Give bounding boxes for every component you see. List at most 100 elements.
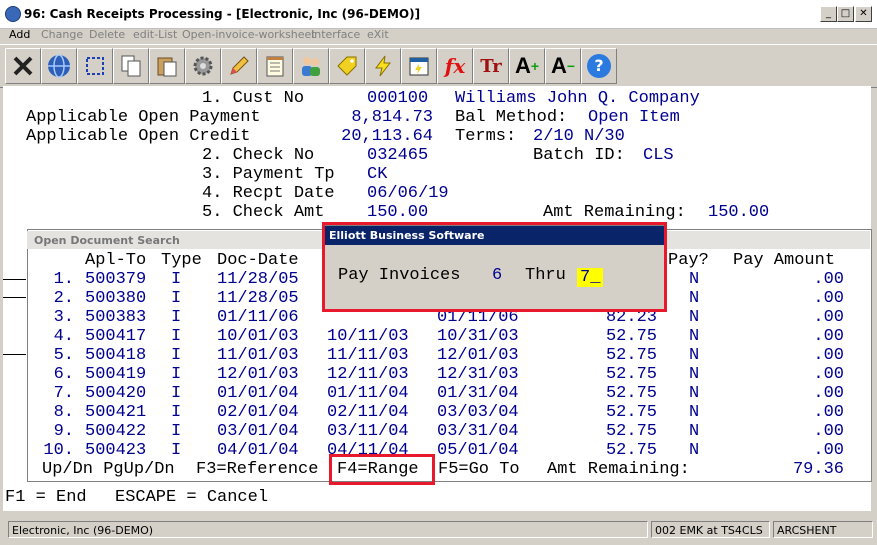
toolbar: fx Tr A + A − ?	[0, 44, 877, 88]
cust-no-field[interactable]: 000100	[367, 89, 428, 108]
exit-icon[interactable]	[5, 48, 41, 84]
minimize-button[interactable]: _	[820, 6, 837, 22]
row-cell-doc: 01/01/04	[217, 384, 299, 403]
status-host: ARCSHENT	[773, 521, 873, 538]
menu-interface[interactable]: Interface	[311, 28, 360, 41]
recpt-date-field[interactable]: 06/06/19	[367, 184, 449, 203]
open-credit-value: 20,113.64	[341, 127, 433, 146]
row-cell-pay-amt: .00	[813, 365, 844, 384]
pay-dialog-highlight	[322, 222, 667, 312]
row-cell-pay: N	[689, 327, 700, 346]
font-larger-glyph: A	[514, 53, 531, 78]
maximize-button[interactable]: □	[837, 6, 854, 22]
row-cell-type: I	[171, 327, 182, 346]
row-cell-n: 1.	[53, 270, 74, 289]
row-cell-apl: 500380	[85, 289, 147, 308]
row-cell-pay-amt: .00	[813, 327, 844, 346]
globe-icon[interactable]	[41, 48, 77, 84]
row-cell-n: 6.	[53, 365, 74, 384]
lightning-icon[interactable]	[365, 48, 401, 84]
row-cell-doc: 11/28/05	[217, 289, 299, 308]
row-cell-disc: 03/11/04	[327, 422, 409, 441]
window-title: 96: Cash Receipts Processing - [Electron…	[24, 7, 421, 21]
terms-label: Terms:	[455, 127, 517, 146]
menu-change[interactable]: Change	[41, 28, 83, 41]
font-icon[interactable]: Tr	[473, 48, 509, 84]
help-icon[interactable]: ?	[581, 48, 617, 84]
row-cell-pay-amt: .00	[813, 308, 844, 327]
row-cell-type: I	[171, 308, 182, 327]
row-cell-apl: 500418	[85, 346, 147, 365]
font-smaller-mark: −	[566, 58, 576, 74]
row-cell-n: 8.	[53, 403, 74, 422]
edit-icon[interactable]	[221, 48, 257, 84]
row-cell-due: 03/31/04	[437, 422, 519, 441]
row-cell-pay: N	[689, 270, 700, 289]
bal-method-label: Bal Method:	[455, 108, 568, 127]
font-larger-icon[interactable]: A +	[509, 48, 545, 84]
amt-remaining-label: Amt Remaining:	[543, 203, 686, 222]
f4-range-highlight	[329, 454, 435, 485]
notepad-icon[interactable]	[257, 48, 293, 84]
menu-edit-list[interactable]: edit-List	[133, 28, 177, 41]
col-header-pay: Pay?	[668, 251, 709, 270]
row-cell-amt: 52.75	[605, 403, 657, 422]
font-smaller-icon[interactable]: A −	[545, 48, 581, 84]
payment-tp-label: 3. Payment Tp	[202, 165, 335, 184]
cust-no-label: 1. Cust No	[202, 89, 305, 108]
open-document-search-title: Open Document Search	[34, 234, 180, 247]
batch-id-label: Batch ID:	[533, 146, 625, 165]
row-cell-pay-amt: .00	[813, 346, 844, 365]
terms-value: 2/10 N/30	[533, 127, 625, 146]
row-cell-apl: 500423	[85, 441, 147, 460]
status-session: 002 EMK at TS4CLS	[651, 521, 770, 538]
tag-icon[interactable]	[329, 48, 365, 84]
check-no-field[interactable]: 032465	[367, 146, 428, 165]
row-cell-due: 12/01/03	[437, 346, 519, 365]
row-cell-apl: 500422	[85, 422, 147, 441]
divider-line	[3, 297, 26, 298]
row-cell-apl: 500383	[85, 308, 147, 327]
row-cell-type: I	[171, 346, 182, 365]
menu-exit[interactable]: eXit	[367, 28, 389, 41]
row-cell-n: 4.	[53, 327, 74, 346]
row-cell-doc: 10/01/03	[217, 327, 299, 346]
row-cell-doc: 04/01/04	[217, 441, 299, 460]
close-button[interactable]: ✕	[855, 6, 872, 22]
users-icon[interactable]	[293, 48, 329, 84]
app-icon	[5, 6, 21, 22]
paste-icon[interactable]	[149, 48, 185, 84]
batch-id-value: CLS	[643, 146, 674, 165]
calendar-icon[interactable]	[401, 48, 437, 84]
row-cell-n: 5.	[53, 346, 74, 365]
payment-tp-field[interactable]: CK	[367, 165, 387, 184]
row-cell-pay: N	[689, 422, 700, 441]
row-cell-n: 7.	[53, 384, 74, 403]
menu-add[interactable]: Add	[9, 28, 30, 41]
row-cell-disc: 12/11/03	[327, 365, 409, 384]
footer-amt-remaining-value: 79.36	[792, 460, 844, 479]
row-cell-disc: 10/11/03	[327, 327, 409, 346]
row-cell-amt: 52.75	[605, 327, 657, 346]
menu-delete[interactable]: Delete	[89, 28, 125, 41]
recpt-date-label: 4. Recpt Date	[202, 184, 335, 203]
copy-icon[interactable]	[113, 48, 149, 84]
f5-go-to-key[interactable]: F5=Go To	[438, 460, 520, 479]
col-header-doc-date: Doc-Date	[217, 251, 299, 270]
row-cell-apl: 500417	[85, 327, 147, 346]
fx-icon[interactable]: fx	[437, 48, 473, 84]
menu-open-invoice-worksheet[interactable]: Open-invoice-worksheet	[182, 28, 316, 41]
select-icon[interactable]	[77, 48, 113, 84]
font-larger-mark: +	[530, 58, 540, 74]
row-cell-pay-amt: .00	[813, 289, 844, 308]
row-cell-disc: 02/11/04	[327, 403, 409, 422]
footer-nav-keys: Up/Dn PgUp/Dn	[42, 460, 175, 479]
escape-cancel-key[interactable]: ESCAPE = Cancel	[115, 488, 268, 507]
col-header-pay-amount: Pay Amount	[733, 251, 836, 270]
f3-reference-key[interactable]: F3=Reference	[196, 460, 318, 479]
f1-end-key[interactable]: F1 = End	[5, 488, 87, 507]
settings-icon[interactable]	[185, 48, 221, 84]
row-cell-type: I	[171, 270, 182, 289]
check-amt-field[interactable]: 150.00	[367, 203, 428, 222]
row-cell-pay: N	[689, 403, 700, 422]
